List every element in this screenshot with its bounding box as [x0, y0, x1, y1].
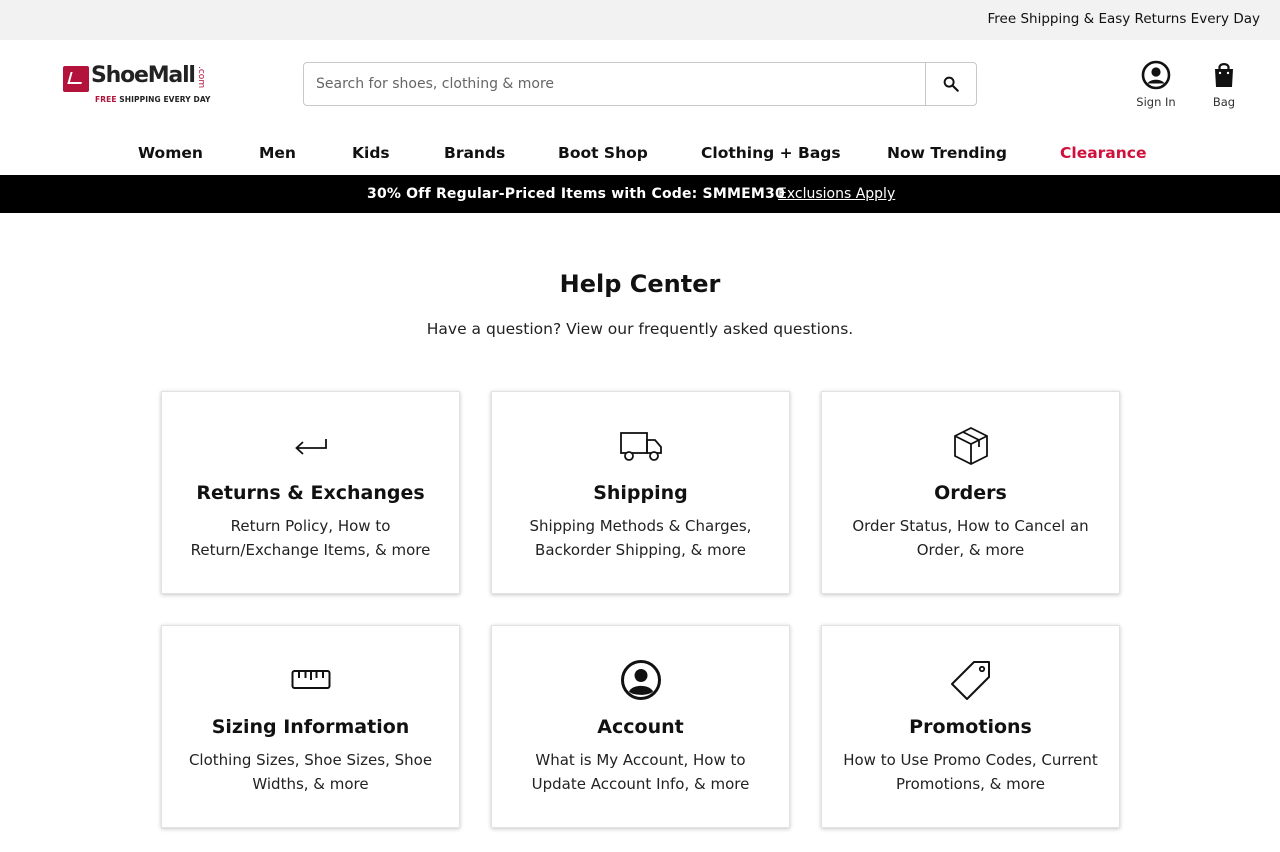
logo-dotcom: .com	[196, 66, 206, 89]
nav-boot-shop[interactable]: Boot Shop	[558, 144, 648, 164]
search-bar	[303, 62, 977, 106]
bag-label: Bag	[1212, 95, 1236, 109]
card-description: How to Use Promo Codes, Current Promotio…	[843, 751, 1098, 793]
card-title: Sizing Information	[211, 716, 410, 738]
card-title: Promotions	[909, 716, 1032, 738]
ruler-icon	[291, 670, 330, 689]
card-orders[interactable]: Orders Order Status, How to Cancel an Or…	[821, 391, 1120, 594]
card-account[interactable]: Account What is My Account, How to Updat…	[491, 625, 790, 828]
nav-kids[interactable]: Kids	[352, 144, 390, 164]
search-icon	[943, 76, 959, 92]
promo-code-banner: 30% Off Regular-Priced Items with Code: …	[0, 175, 1280, 213]
tag-icon	[950, 661, 990, 700]
logo-wordmark: ShoeMall	[91, 63, 196, 88]
nav-clearance[interactable]: Clearance	[1060, 144, 1147, 164]
card-returns-exchanges[interactable]: Returns & Exchanges Return Policy, How t…	[161, 391, 460, 594]
logo-mark-icon	[63, 66, 89, 92]
card-title: Returns & Exchanges	[196, 482, 425, 504]
sign-in-button[interactable]: Sign In	[1126, 60, 1186, 109]
box-icon	[953, 426, 988, 466]
exclusions-apply-link[interactable]: Exclusions Apply	[778, 186, 895, 202]
search-button[interactable]	[925, 63, 976, 105]
search-input[interactable]	[304, 63, 925, 105]
truck-icon	[619, 432, 662, 461]
free-shipping-message: Free Shipping & Easy Returns Every Day	[987, 11, 1261, 27]
card-promotions[interactable]: Promotions How to Use Promo Codes, Curre…	[821, 625, 1120, 828]
card-title: Account	[597, 716, 684, 738]
nav-women[interactable]: Women	[138, 144, 203, 164]
nav-men[interactable]: Men	[259, 144, 296, 164]
user-circle-icon	[620, 660, 661, 700]
nav-now-trending[interactable]: Now Trending	[887, 144, 1007, 164]
card-description: Shipping Methods & Charges, Backorder Sh…	[529, 517, 752, 559]
card-description: What is My Account, How to Update Accoun…	[531, 751, 750, 793]
card-description: Return Policy, How to Return/Exchange It…	[190, 517, 431, 559]
top-promo-bar: Free Shipping & Easy Returns Every Day	[0, 0, 1280, 40]
page-subtitle: Have a question? View our frequently ask…	[426, 320, 854, 338]
nav-clothing-bags[interactable]: Clothing + Bags	[701, 144, 841, 164]
card-sizing-information[interactable]: Sizing Information Clothing Sizes, Shoe …	[161, 625, 460, 828]
card-shipping[interactable]: Shipping Shipping Methods & Charges, Bac…	[491, 391, 790, 594]
card-title: Orders	[934, 482, 1007, 504]
sign-in-label: Sign In	[1136, 95, 1176, 109]
card-title: Shipping	[593, 482, 688, 504]
promo-code-text: 30% Off Regular-Priced Items with Code: …	[367, 186, 785, 202]
shoemall-logo[interactable]: ShoeMall .com FREE SHIPPING EVERY DAY	[63, 63, 223, 108]
logo-tagline-free: FREE	[95, 95, 117, 104]
logo-tagline-rest: SHIPPING EVERY DAY	[116, 95, 211, 104]
shopping-bag-icon	[1215, 63, 1233, 87]
page-title: Help Center	[559, 270, 721, 298]
return-arrow-icon	[294, 439, 327, 455]
bag-button[interactable]: Bag	[1194, 60, 1254, 109]
nav-brands[interactable]: Brands	[444, 144, 505, 164]
card-description: Order Status, How to Cancel an Order, & …	[852, 517, 1089, 559]
card-description: Clothing Sizes, Shoe Sizes, Shoe Widths,…	[188, 751, 433, 793]
logo-tagline: FREE SHIPPING EVERY DAY	[95, 95, 211, 104]
user-circle-icon	[1141, 60, 1171, 90]
